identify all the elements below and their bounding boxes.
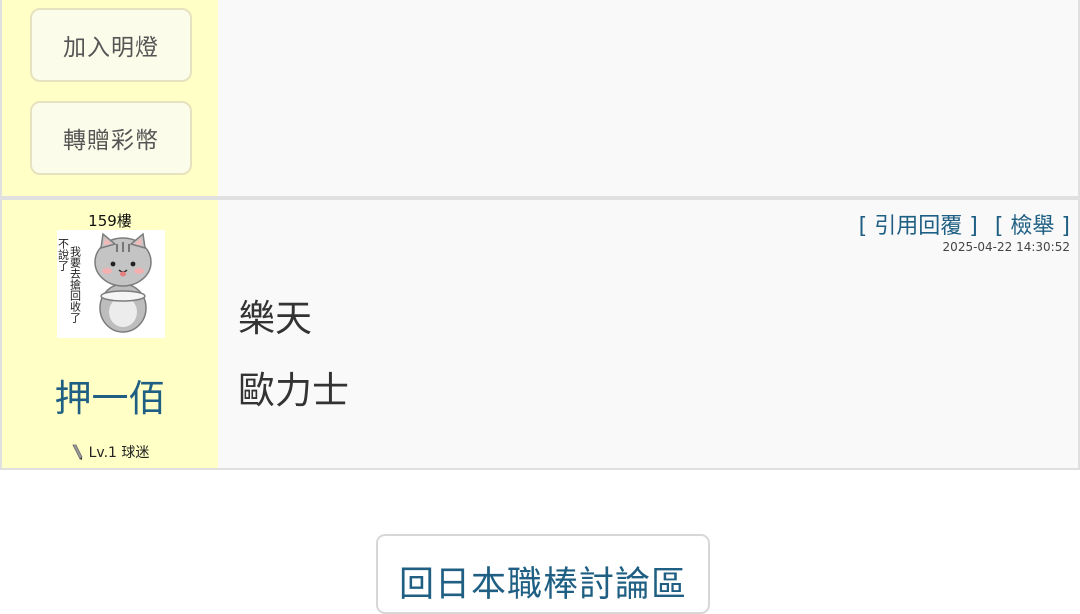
previous-post: 加入明燈 轉贈彩幣 xyxy=(0,0,1080,198)
add-light-button[interactable]: 加入明燈 xyxy=(30,8,192,82)
username[interactable]: 押一佰 xyxy=(2,368,218,422)
avatar-caption-right: 我要去搶回收了 xyxy=(69,246,82,323)
post-timestamp: 2025-04-22 14:30:52 xyxy=(942,240,1070,254)
user-level: Lv.1 球迷 xyxy=(2,442,218,462)
avatar[interactable]: 我要去搶回收了 不說了 xyxy=(57,230,165,338)
avatar-caption-left: 不說了 xyxy=(57,238,70,271)
previous-post-sidebar: 加入明燈 轉贈彩幣 xyxy=(2,0,218,196)
cat-sticker-icon: 我要去搶回收了 不說了 xyxy=(57,230,165,338)
post-content-line: 歐力士 xyxy=(238,369,349,412)
back-to-forum-button[interactable]: 回日本職棒討論區 xyxy=(376,534,710,614)
post-author-sidebar: 159樓 我要去搶回收了 不說了 押一佰 Lv.1 球迷 xyxy=(2,200,218,468)
transfer-coins-button[interactable]: 轉贈彩幣 xyxy=(30,101,192,175)
post-content-line: 樂天 xyxy=(238,297,312,340)
forum-post: 159樓 我要去搶回收了 不說了 押一佰 Lv.1 球迷 [引用回覆] [… xyxy=(0,198,1080,470)
user-level-label: Lv.1 球迷 xyxy=(88,445,150,461)
quote-reply-link[interactable]: 引用回覆 xyxy=(874,214,962,239)
post-actions: [ 引用回覆 ] [ 檢舉 ] xyxy=(858,214,1070,239)
post-body: [ 引用回覆 ] [ 檢舉 ] 2025-04-22 14:30:52 樂天 歐… xyxy=(218,200,1078,468)
pencil-icon xyxy=(71,444,83,460)
report-link[interactable]: 檢舉 xyxy=(1010,214,1054,239)
previous-post-content xyxy=(218,0,1078,196)
floor-number: 159樓 xyxy=(88,212,132,230)
